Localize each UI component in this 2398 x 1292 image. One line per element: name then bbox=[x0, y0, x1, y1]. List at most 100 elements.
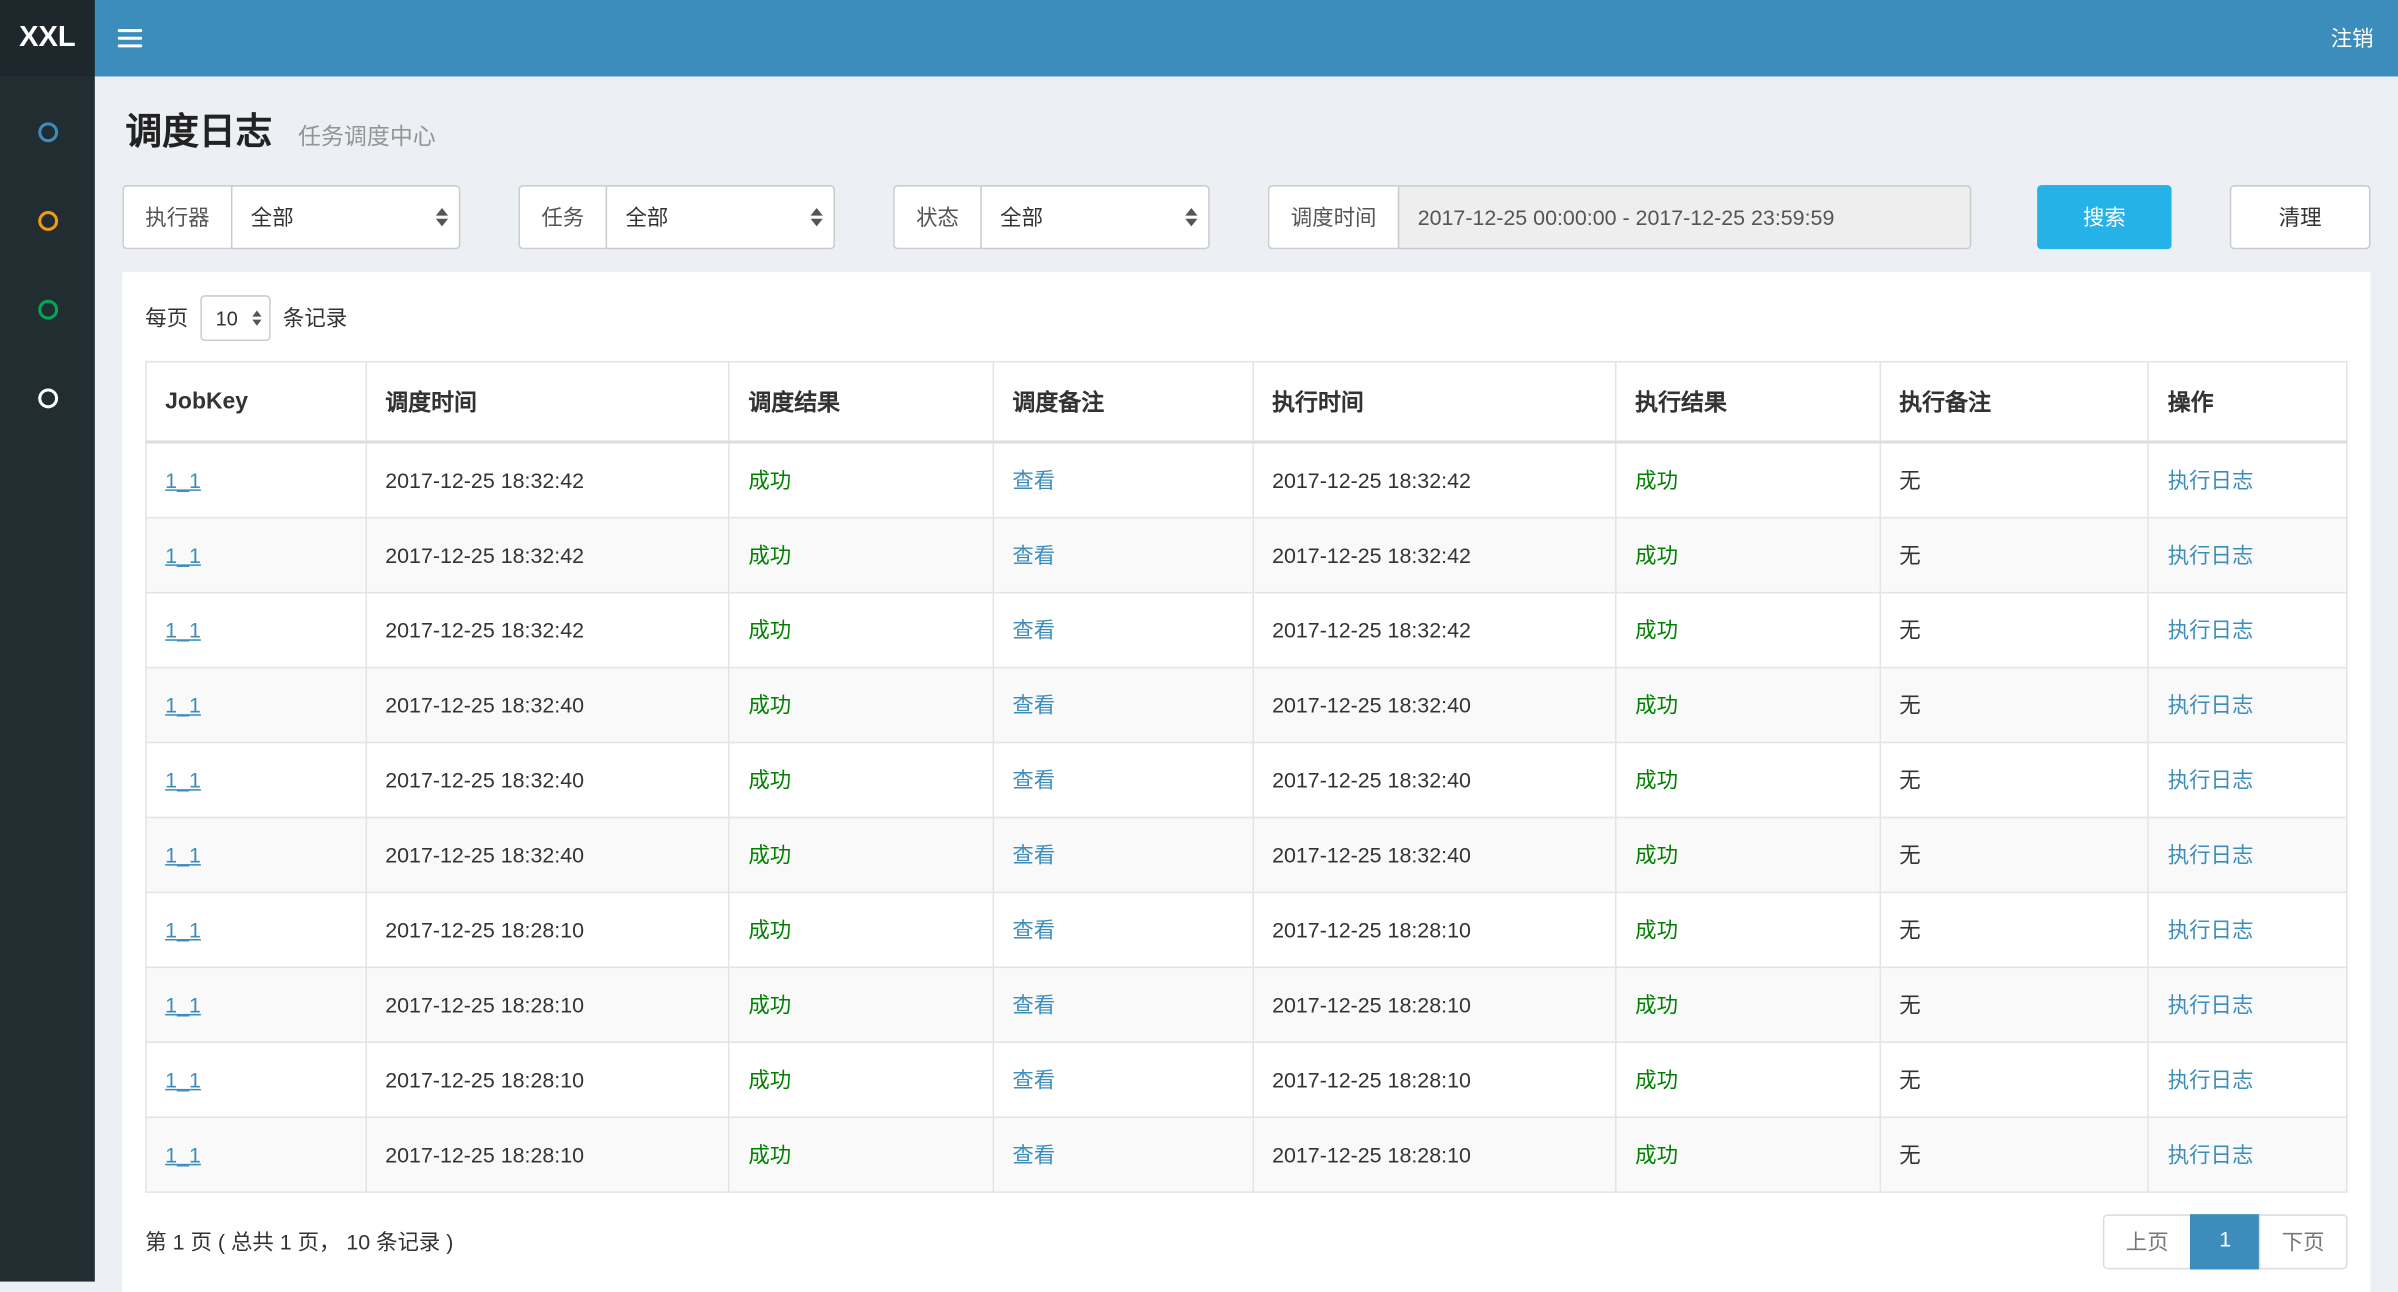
handle-time-cell: 2017-12-25 18:32:42 bbox=[1253, 442, 1616, 518]
trigger-time-cell: 2017-12-25 18:28:10 bbox=[366, 967, 729, 1042]
trigger-msg-link[interactable]: 查看 bbox=[1012, 543, 1055, 567]
trigger-result-status: 成功 bbox=[748, 1067, 791, 1091]
execution-log-link[interactable]: 执行日志 bbox=[2168, 1067, 2254, 1091]
execution-log-link[interactable]: 执行日志 bbox=[2168, 693, 2254, 717]
handle-msg-cell: 无 bbox=[1880, 593, 2148, 668]
jobkey-link[interactable]: 1_1 bbox=[165, 768, 201, 792]
jobkey-link[interactable]: 1_1 bbox=[165, 918, 201, 942]
trigger-time-cell: 2017-12-25 18:32:42 bbox=[366, 442, 729, 518]
trigger-time-cell: 2017-12-25 18:28:10 bbox=[366, 892, 729, 967]
page-subtitle: 任务调度中心 bbox=[298, 124, 436, 150]
trigger-result-status: 成功 bbox=[748, 843, 791, 867]
table-row: 1_1 2017-12-25 18:28:10 成功 查看 2017-12-25… bbox=[146, 967, 2347, 1042]
top-navbar: XXL 注销 bbox=[0, 0, 2398, 76]
handle-result-status: 成功 bbox=[1635, 918, 1678, 942]
sidebar-menu-item[interactable] bbox=[0, 265, 95, 354]
executor-select[interactable]: 全部 bbox=[231, 185, 460, 249]
circle-outline-icon bbox=[37, 210, 57, 230]
execution-log-link[interactable]: 执行日志 bbox=[2168, 618, 2254, 642]
current-page-button[interactable]: 1 bbox=[2190, 1214, 2260, 1269]
handle-time-cell: 2017-12-25 18:28:10 bbox=[1253, 967, 1616, 1042]
trigger-time-range-input[interactable] bbox=[1398, 185, 1972, 249]
handle-msg-cell: 无 bbox=[1880, 892, 2148, 967]
handle-time-cell: 2017-12-25 18:32:40 bbox=[1253, 817, 1616, 892]
handle-msg-cell: 无 bbox=[1880, 1117, 2148, 1192]
page-header: 调度日志 任务调度中心 bbox=[125, 104, 2367, 161]
column-header: 执行备注 bbox=[1880, 362, 2148, 442]
trigger-msg-link[interactable]: 查看 bbox=[1012, 618, 1055, 642]
execution-log-link[interactable]: 执行日志 bbox=[2168, 843, 2254, 867]
execution-log-link[interactable]: 执行日志 bbox=[2168, 468, 2254, 492]
executor-filter-group: 执行器 全部 bbox=[122, 185, 460, 249]
select-stepper-icon bbox=[436, 208, 448, 226]
jobkey-link[interactable]: 1_1 bbox=[165, 843, 201, 867]
log-table-body: 1_1 2017-12-25 18:32:42 成功 查看 2017-12-25… bbox=[146, 442, 2347, 1192]
trigger-msg-link[interactable]: 查看 bbox=[1012, 843, 1055, 867]
jobkey-link[interactable]: 1_1 bbox=[165, 1067, 201, 1091]
job-filter-group: 任务 全部 bbox=[518, 185, 835, 249]
execution-log-link[interactable]: 执行日志 bbox=[2168, 768, 2254, 792]
trigger-result-status: 成功 bbox=[748, 543, 791, 567]
logout-link[interactable]: 注销 bbox=[2306, 0, 2398, 76]
handle-result-status: 成功 bbox=[1635, 843, 1678, 867]
search-button[interactable]: 搜索 bbox=[2037, 185, 2172, 249]
page-size-value: 10 bbox=[216, 307, 238, 330]
jobkey-link[interactable]: 1_1 bbox=[165, 993, 201, 1017]
handle-result-status: 成功 bbox=[1635, 693, 1678, 717]
hamburger-icon bbox=[118, 29, 142, 47]
handle-result-status: 成功 bbox=[1635, 1067, 1678, 1091]
clear-button[interactable]: 清理 bbox=[2230, 185, 2371, 249]
table-row: 1_1 2017-12-25 18:32:42 成功 查看 2017-12-25… bbox=[146, 442, 2347, 518]
log-table-panel: 每页 10 条记录 JobKey bbox=[122, 272, 2370, 1292]
trigger-msg-link[interactable]: 查看 bbox=[1012, 918, 1055, 942]
trigger-msg-link[interactable]: 查看 bbox=[1012, 768, 1055, 792]
executor-filter-label: 执行器 bbox=[122, 185, 231, 249]
handle-result-status: 成功 bbox=[1635, 1142, 1678, 1166]
trigger-msg-link[interactable]: 查看 bbox=[1012, 1142, 1055, 1166]
prev-page-button[interactable]: 上页 bbox=[2103, 1214, 2192, 1269]
trigger-time-cell: 2017-12-25 18:32:40 bbox=[366, 742, 729, 817]
trigger-result-status: 成功 bbox=[748, 693, 791, 717]
sidebar-menu-item[interactable] bbox=[0, 87, 95, 176]
handle-result-status: 成功 bbox=[1635, 618, 1678, 642]
jobkey-link[interactable]: 1_1 bbox=[165, 618, 201, 642]
trigger-time-cell: 2017-12-25 18:28:10 bbox=[366, 1042, 729, 1117]
sidebar-menu-item[interactable] bbox=[0, 353, 95, 442]
job-select[interactable]: 全部 bbox=[606, 185, 835, 249]
jobkey-link[interactable]: 1_1 bbox=[165, 543, 201, 567]
select-stepper-icon bbox=[811, 208, 823, 226]
circle-outline-icon bbox=[37, 299, 57, 319]
trigger-msg-link[interactable]: 查看 bbox=[1012, 1067, 1055, 1091]
trigger-time-cell: 2017-12-25 18:32:42 bbox=[366, 593, 729, 668]
job-filter-label: 任务 bbox=[518, 185, 605, 249]
column-header: 执行结果 bbox=[1616, 362, 1880, 442]
jobkey-link[interactable]: 1_1 bbox=[165, 468, 201, 492]
trigger-result-status: 成功 bbox=[748, 918, 791, 942]
circle-outline-icon bbox=[37, 122, 57, 142]
sidebar-toggle-button[interactable] bbox=[95, 0, 165, 76]
trigger-msg-link[interactable]: 查看 bbox=[1012, 693, 1055, 717]
execution-log-link[interactable]: 执行日志 bbox=[2168, 543, 2254, 567]
executor-select-value: 全部 bbox=[251, 202, 294, 233]
execution-log-link[interactable]: 执行日志 bbox=[2168, 993, 2254, 1017]
jobkey-link[interactable]: 1_1 bbox=[165, 693, 201, 717]
trigger-msg-link[interactable]: 查看 bbox=[1012, 468, 1055, 492]
brand-logo[interactable]: XXL bbox=[0, 0, 95, 76]
page-size-select[interactable]: 10 bbox=[200, 295, 270, 341]
handle-msg-cell: 无 bbox=[1880, 668, 2148, 743]
execution-log-link[interactable]: 执行日志 bbox=[2168, 918, 2254, 942]
trigger-result-status: 成功 bbox=[748, 768, 791, 792]
sidebar-menu-item[interactable] bbox=[0, 176, 95, 265]
pagination-info: 第 1 页 ( 总共 1 页， 10 条记录 ) bbox=[145, 1227, 453, 1258]
trigger-msg-link[interactable]: 查看 bbox=[1012, 993, 1055, 1017]
handle-msg-cell: 无 bbox=[1880, 518, 2148, 593]
handle-time-cell: 2017-12-25 18:32:42 bbox=[1253, 593, 1616, 668]
execution-log-link[interactable]: 执行日志 bbox=[2168, 1142, 2254, 1166]
table-row: 1_1 2017-12-25 18:32:40 成功 查看 2017-12-25… bbox=[146, 668, 2347, 743]
handle-msg-cell: 无 bbox=[1880, 817, 2148, 892]
jobkey-link[interactable]: 1_1 bbox=[165, 1142, 201, 1166]
status-select[interactable]: 全部 bbox=[980, 185, 1209, 249]
next-page-button[interactable]: 下页 bbox=[2259, 1214, 2348, 1269]
handle-time-cell: 2017-12-25 18:32:42 bbox=[1253, 518, 1616, 593]
pagination: 上页 1 下页 bbox=[2103, 1214, 2348, 1269]
